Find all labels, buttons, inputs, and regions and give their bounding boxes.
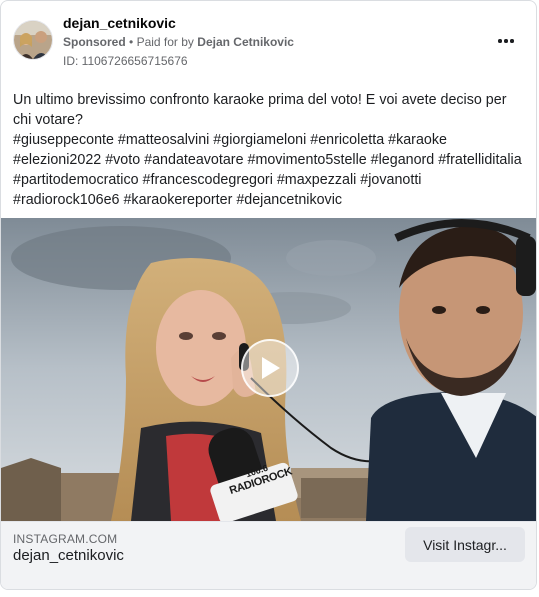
paid-for-name: Dejan Cetnikovic [197,35,294,49]
play-icon [262,357,280,379]
ad-card: dejan_cetnikovic Sponsored • Paid for by… [0,0,537,590]
avatar[interactable] [13,20,53,60]
link-title[interactable]: dejan_cetnikovic [13,547,124,564]
post-text: Un ultimo brevissimo confronto karaoke p… [13,92,522,208]
sponsored-label: Sponsored [63,35,126,49]
sponsored-line: Sponsored • Paid for by Dejan Cetnikovic [63,35,294,49]
paid-for-label: Paid for by [136,35,194,49]
separator: • [129,35,134,49]
ad-header: dejan_cetnikovic Sponsored • Paid for by… [1,1,536,81]
visit-instagram-button[interactable]: Visit Instagr... [405,527,525,562]
more-options-button[interactable] [494,31,518,51]
link-footer[interactable]: INSTAGRAM.COM dejan_cetnikovic Visit Ins… [1,521,536,589]
more-horizontal-icon [498,39,502,43]
avatar-image [14,21,52,59]
ad-id: ID: 1106726656715676 [63,54,188,68]
link-domain: INSTAGRAM.COM [13,532,118,546]
page-name[interactable]: dejan_cetnikovic [63,15,176,31]
play-button[interactable] [241,339,299,397]
